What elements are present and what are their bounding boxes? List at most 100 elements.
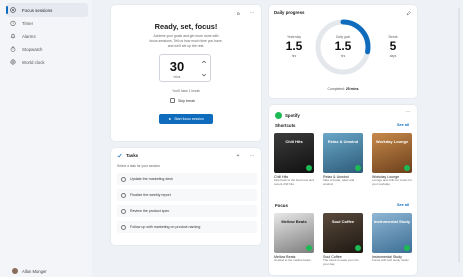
- play-icon[interactable]: [404, 165, 410, 171]
- sidebar-item-label: Alarms: [22, 33, 36, 39]
- playlist-description: Take a break, relax and unwind.: [323, 178, 355, 186]
- focus-subtitle: Achieve your goals and get more done wit…: [149, 34, 223, 48]
- sidebar-item-focus-sessions[interactable]: Focus sessions: [6, 3, 88, 17]
- cover-text: Relax & Unwind: [327, 139, 359, 144]
- minutes-stepper[interactable]: 30 mins: [159, 54, 211, 82]
- user-profile[interactable]: Allan Munger: [12, 268, 47, 274]
- spotify-card: Spotify ⋯ Shortcuts See all Chill Hits C…: [269, 105, 417, 275]
- chevron-down-icon[interactable]: [201, 72, 207, 78]
- play-icon[interactable]: [404, 245, 410, 251]
- pin-icon[interactable]: [235, 10, 241, 16]
- play-icon: [169, 117, 172, 121]
- avatar: [12, 268, 18, 274]
- cover-text: Soul Coffee: [331, 219, 355, 224]
- sidebar-item-label: Timer: [22, 20, 34, 26]
- task-select-input[interactable]: Select a task for your session: [117, 164, 160, 168]
- focus-see-all-link[interactable]: See all: [397, 203, 409, 207]
- playlist-tile[interactable]: Mellow Beats Mellow Beats Unwind to the …: [274, 213, 314, 263]
- chevron-up-icon[interactable]: [201, 59, 207, 65]
- skip-break-checkbox[interactable]: Skip break: [170, 98, 195, 103]
- edit-icon[interactable]: [405, 10, 411, 16]
- play-icon[interactable]: [306, 245, 312, 251]
- add-task-icon[interactable]: +: [235, 153, 241, 159]
- shortcuts-see-all-link[interactable]: See all: [397, 123, 409, 127]
- playlist-description: Unwind to the mellow beats.: [274, 258, 312, 262]
- stat-streak: Streak 5 days: [373, 35, 413, 58]
- more-options-icon[interactable]: ⋯: [249, 153, 255, 159]
- start-focus-label: Start focus session: [174, 117, 204, 121]
- more-options-icon[interactable]: ⋯: [405, 109, 411, 115]
- focus-playlists-title: Focus: [275, 203, 288, 208]
- stat-daily-goal: Daily goal 1.5 hrs: [323, 35, 363, 58]
- playlist-cover: Soul Coffee: [323, 213, 363, 253]
- task-label: Follow up with marketing on product nami…: [130, 225, 201, 229]
- tasks-card: Tasks + ⋯ Select a task for your session…: [111, 148, 261, 245]
- cover-text: Chill Hits: [285, 139, 303, 144]
- playlist-tile[interactable]: Soul Coffee Soul Coffee The tunes to eas…: [323, 213, 363, 267]
- sidebar-item-timer[interactable]: Timer: [6, 16, 88, 30]
- completed-summary: Completed: 25 mins: [269, 87, 417, 91]
- playlist-description: The tunes to ease you into your day.: [323, 258, 359, 266]
- playlist-cover: Mellow Beats: [274, 213, 314, 253]
- playlist-cover: Workday Lounge: [372, 133, 412, 173]
- play-icon[interactable]: [355, 165, 361, 171]
- break-note: You'll have 1 break: [172, 89, 200, 93]
- timer-icon: [9, 19, 17, 27]
- playlist-tile[interactable]: Chill Hits Chill Hits Kick back to the b…: [274, 133, 314, 187]
- play-icon[interactable]: [355, 245, 361, 251]
- tasks-header: Tasks: [117, 153, 138, 158]
- cover-text: Mellow Beats: [281, 219, 307, 224]
- stat-value: 1.5: [285, 39, 303, 53]
- stopwatch-icon: [9, 45, 17, 53]
- more-options-icon[interactable]: ⋯: [249, 10, 255, 16]
- task-checkbox[interactable]: [121, 192, 126, 198]
- active-indicator: [6, 6, 8, 14]
- sidebar-item-label: Focus sessions: [22, 7, 53, 13]
- globe-icon: [9, 58, 17, 66]
- stat-unit: days: [389, 54, 397, 58]
- alarm-icon: [9, 32, 17, 40]
- cover-text: Workday Lounge: [375, 139, 409, 144]
- start-focus-button[interactable]: Start focus session: [159, 114, 213, 124]
- sidebar: Focus sessions Timer Alarms Stopwatch Wo…: [0, 0, 92, 277]
- playlist-tile[interactable]: Relax & Unwind Relax & Unwind Take a bre…: [323, 133, 363, 187]
- play-icon[interactable]: [306, 165, 312, 171]
- tasks-title: Tasks: [126, 153, 139, 158]
- stat-value: 1.5: [334, 39, 352, 53]
- playlist-description: Lounge and chill out music for your work…: [372, 178, 412, 186]
- playlist-tile[interactable]: Instrumental Study Instrumental Study Fo…: [372, 213, 412, 263]
- spotify-logo-icon: [275, 112, 282, 119]
- minutes-value: 30: [169, 59, 185, 74]
- stat-yesterday: Yesterday 1.5 hrs: [274, 35, 314, 58]
- spotify-brand: Spotify: [285, 113, 300, 118]
- task-item[interactable]: Follow up with marketing on product nami…: [117, 221, 257, 233]
- sidebar-item-stopwatch[interactable]: Stopwatch: [6, 42, 88, 56]
- playlist-cover: Relax & Unwind: [323, 133, 363, 173]
- playlist-description: Kick back to the best new and recent chi…: [274, 178, 314, 186]
- sidebar-item-world-clock[interactable]: World clock: [6, 55, 88, 69]
- completed-label: Completed:: [327, 87, 345, 91]
- task-checkbox[interactable]: [121, 176, 126, 182]
- sidebar-item-label: World clock: [22, 59, 45, 65]
- spotify-header: Spotify: [275, 112, 300, 119]
- skip-break-label: Skip break: [178, 98, 195, 103]
- stat-unit: hrs: [291, 54, 297, 58]
- task-checkbox[interactable]: [121, 224, 126, 230]
- task-checkbox[interactable]: [121, 208, 126, 214]
- cover-text: Instrumental Study: [373, 219, 411, 224]
- daily-progress-title: Daily progress: [274, 10, 305, 15]
- completed-value: 25 mins: [345, 87, 359, 91]
- scrollbar[interactable]: [458, 8, 460, 263]
- daily-progress-card: Daily progress Yesterday 1.5 hrs Daily g…: [269, 5, 417, 98]
- playlist-description: Focus with soft study music.: [372, 258, 410, 262]
- task-item[interactable]: Finalize the weekly report: [117, 189, 257, 201]
- sidebar-item-alarms[interactable]: Alarms: [6, 29, 88, 43]
- stat-unit: hrs: [340, 54, 346, 58]
- task-label: Finalize the weekly report: [130, 193, 171, 197]
- task-item[interactable]: Update the marketing deck: [117, 173, 257, 185]
- focus-icon: [9, 6, 17, 14]
- stat-value: 5: [389, 39, 397, 53]
- playlist-tile[interactable]: Workday Lounge Workday Lounge Lounge and…: [372, 133, 412, 187]
- checkbox-icon: [170, 98, 175, 103]
- task-item[interactable]: Review the product spec: [117, 205, 257, 217]
